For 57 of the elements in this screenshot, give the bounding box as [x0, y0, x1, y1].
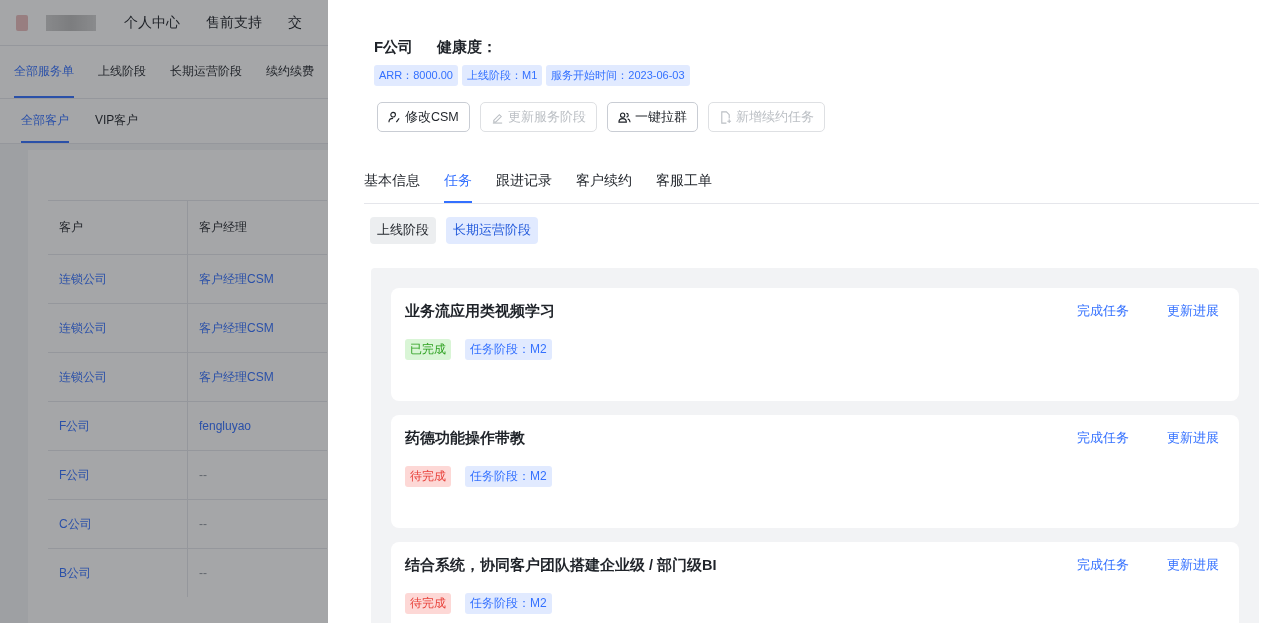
users-icon	[617, 110, 631, 124]
status-tag: 待完成	[405, 466, 451, 487]
health-label: 健康度：	[437, 38, 498, 57]
nav-item[interactable]: 售前支持	[206, 13, 262, 32]
table-cell: F公司	[48, 401, 188, 451]
info-tag: 服务开始时间：2023-06-03	[546, 65, 690, 86]
task-link[interactable]: 完成任务	[1077, 557, 1129, 574]
table-cell: 连锁公司	[48, 303, 188, 353]
table-cell: 客户经理CSM	[187, 352, 327, 402]
task-link[interactable]: 更新进展	[1167, 557, 1219, 574]
info-tag: ARR：8000.00	[374, 65, 458, 86]
table-cell: fengluyao	[187, 401, 327, 451]
tab[interactable]: 续约续费	[266, 46, 314, 98]
task-title: 药德功能操作带教	[405, 429, 526, 448]
task-link[interactable]: 更新进展	[1167, 430, 1219, 447]
action-button[interactable]: 一键拉群	[606, 102, 698, 132]
nav-item[interactable]: 个人中心	[124, 13, 180, 32]
sub-tab[interactable]: VIP客户	[95, 99, 139, 143]
tab[interactable]: 客户续约	[576, 172, 632, 203]
stage-filter[interactable]: 长期运营阶段	[446, 217, 538, 244]
tab[interactable]: 任务	[444, 172, 472, 203]
stage-tag: 任务阶段：M2	[465, 593, 552, 614]
task-link[interactable]: 完成任务	[1077, 303, 1129, 320]
column-header: 客户经理	[187, 200, 327, 255]
task-link[interactable]: 完成任务	[1077, 430, 1129, 447]
table-cell: F公司	[48, 450, 188, 500]
task-link[interactable]: 更新进展	[1167, 303, 1219, 320]
status-tag: 已完成	[405, 339, 451, 360]
tab[interactable]: 客服工单	[656, 172, 712, 203]
status-tag: 待完成	[405, 593, 451, 614]
table-cell: B公司	[48, 548, 188, 597]
table-cell: --	[187, 450, 327, 500]
table-cell: --	[187, 499, 327, 549]
info-tag: 上线阶段：M1	[462, 65, 543, 86]
stage-tag: 任务阶段：M2	[465, 466, 552, 487]
table-cell: 客户经理CSM	[187, 303, 327, 353]
table-cell: 连锁公司	[48, 254, 188, 304]
stage-tag: 任务阶段：M2	[465, 339, 552, 360]
task-title: 结合系统，协同客户团队搭建企业级 / 部门级BI	[405, 556, 718, 575]
file-add-icon	[718, 110, 732, 124]
user-edit-icon	[388, 110, 401, 124]
task-title: 业务流应用类视频学习	[405, 302, 556, 321]
tab[interactable]: 基本信息	[364, 172, 420, 203]
tab[interactable]: 长期运营阶段	[170, 46, 242, 98]
table-cell: C公司	[48, 499, 188, 549]
stage-filter[interactable]: 上线阶段	[370, 217, 436, 244]
tab[interactable]: 跟进记录	[496, 172, 552, 203]
blurred-logo	[46, 14, 96, 31]
company-name: F公司	[374, 38, 414, 57]
table-cell: 客户经理CSM	[187, 254, 327, 304]
tab[interactable]: 上线阶段	[98, 46, 146, 98]
table-cell: 连锁公司	[48, 352, 188, 402]
nav-item[interactable]: 交	[288, 13, 302, 32]
table-cell: --	[187, 548, 327, 597]
column-header: 客户	[48, 200, 188, 255]
logo-icon	[16, 14, 29, 31]
action-button[interactable]: 修改CSM	[377, 102, 470, 132]
